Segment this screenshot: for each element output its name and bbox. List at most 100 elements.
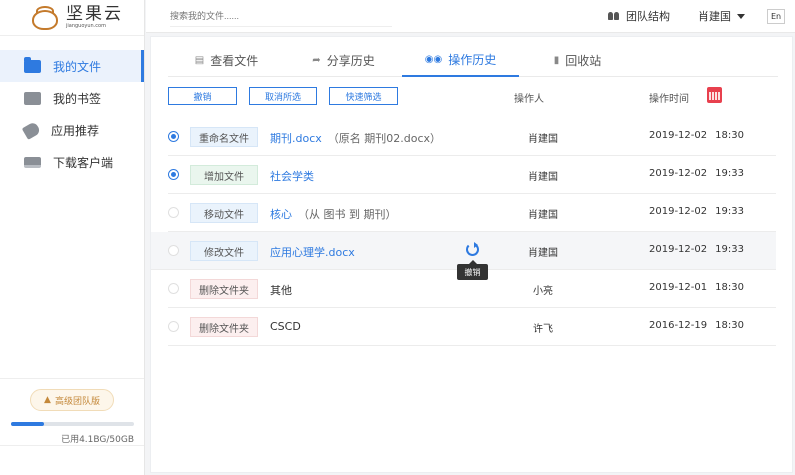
quick-filter-button[interactable]: 快速筛选 (329, 87, 398, 105)
chevron-down-icon (737, 13, 745, 19)
brand-name: 坚果云 (66, 4, 123, 24)
list-item[interactable]: 重命名文件 期刊.docx （原名 期刊02.docx） 肖建国 2019-12-… (168, 118, 776, 156)
action-toolbar: 撤销 取消所选 快速筛选 (168, 87, 410, 105)
sidebar-item-label: 我的书签 (53, 91, 102, 106)
sidebar-nav: 我的文件 我的书签 应用推荐 下载客户端 (0, 50, 144, 178)
operation-hour: 18:30 (715, 320, 744, 331)
quota-bar-fill (10, 422, 44, 426)
sidebar-item-my-files[interactable]: 我的文件 (0, 50, 144, 82)
search-input[interactable] (170, 5, 392, 27)
share-icon: ➦ (312, 54, 321, 66)
sidebar-item-label: 我的文件 (53, 59, 102, 74)
file-name[interactable]: 期刊.docx (270, 132, 322, 145)
operator-name: 肖建国 (528, 210, 558, 221)
file-name: CSCD (270, 320, 301, 333)
row-radio[interactable] (168, 131, 179, 142)
file-name-link[interactable]: 期刊.docx （原名 期刊02.docx） (270, 130, 441, 146)
row-radio[interactable] (168, 283, 179, 294)
operator-name: 肖建国 (528, 172, 558, 183)
operator-name: 小亮 (533, 286, 553, 297)
top-bar: 团队结构 肖建国 En (146, 0, 795, 33)
list-item[interactable]: 修改文件 应用心理学.docx 撤销 肖建国 2019-12-02 19:33 (151, 232, 776, 280)
operation-time: 2019-12-02 19:33 (649, 168, 744, 179)
bookmark-icon (24, 91, 41, 105)
team-structure-label: 团队结构 (626, 10, 670, 23)
operation-hour: 18:30 (715, 282, 744, 293)
sidebar-item-label: 下载客户端 (53, 155, 114, 170)
sidebar-footer (0, 445, 144, 475)
list-item[interactable]: 移动文件 核心 （从 图书 到 期刊） 肖建国 2019-12-02 19:33 (168, 194, 776, 232)
team-plan-label: 高级团队版 (54, 396, 100, 407)
tab-bar: ▤ 查看文件 ➦ 分享历史 ◉◉ 操作历史 ▮ 回收站 (168, 43, 778, 77)
tab-operation-history[interactable]: ◉◉ 操作历史 (402, 43, 519, 77)
row-radio[interactable] (168, 321, 179, 332)
operator-name: 肖建国 (528, 134, 558, 145)
file-name[interactable]: 社会学类 (270, 170, 314, 183)
user-menu[interactable]: 肖建国 (698, 8, 745, 24)
sidebar: 坚果云 jianguoyun.com 我的文件 我的书签 应用推荐 下载客户端 … (0, 0, 145, 475)
deselect-button[interactable]: 取消所选 (249, 87, 317, 105)
sidebar-item-apps[interactable]: 应用推荐 (0, 114, 144, 146)
operation-time: 2019-12-02 18:30 (649, 130, 744, 141)
sidebar-item-bookmarks[interactable]: 我的书签 (0, 82, 144, 114)
main-panel: ▤ 查看文件 ➦ 分享历史 ◉◉ 操作历史 ▮ 回收站 撤销 取消所选 快速筛选… (150, 36, 793, 473)
operation-time: 2016-12-19 18:30 (649, 320, 744, 331)
operation-hour: 18:30 (715, 130, 744, 141)
folder-icon (24, 56, 41, 73)
operation-date: 2019-12-02 (649, 244, 708, 255)
operation-type-badge: 删除文件夹 (190, 279, 258, 299)
tab-label: 查看文件 (210, 53, 259, 68)
undo-button[interactable]: 撤销 (168, 87, 237, 105)
operation-date: 2016-12-19 (649, 320, 708, 331)
tab-view-files[interactable]: ▤ 查看文件 (168, 43, 285, 77)
operation-date: 2019-12-02 (649, 130, 708, 141)
quota-bar (10, 422, 134, 426)
column-header-time: 操作时间 (649, 94, 689, 105)
team-icon (608, 11, 620, 21)
team-plan-badge[interactable]: ▲ 高级团队版 (30, 389, 114, 411)
storage-section: ▲ 高级团队版 已用4.1BG/50GB (0, 378, 144, 445)
file-note: （从 图书 到 期刊） (298, 208, 397, 221)
computer-icon (24, 156, 41, 168)
row-radio[interactable] (168, 245, 179, 256)
operation-type-badge: 重命名文件 (190, 127, 258, 147)
file-name: 其他 (270, 284, 292, 297)
tag-icon (21, 120, 42, 140)
operator-name: 许飞 (533, 324, 553, 335)
operation-hour: 19:33 (715, 244, 744, 255)
undo-icon[interactable] (466, 242, 479, 256)
row-radio[interactable] (168, 207, 179, 218)
quota-text: 已用4.1BG/50GB (61, 435, 134, 445)
logo[interactable]: 坚果云 jianguoyun.com (0, 0, 144, 36)
tab-recycle-bin[interactable]: ▮ 回收站 (519, 43, 636, 77)
list-item[interactable]: 删除文件夹 CSCD 许飞 2016-12-19 18:30 (168, 308, 776, 346)
team-structure-link[interactable]: 团队结构 (608, 8, 670, 24)
operation-date: 2019-12-01 (649, 282, 708, 293)
tab-share-history[interactable]: ➦ 分享历史 (285, 43, 402, 77)
operation-date: 2019-12-02 (649, 168, 708, 179)
operator-name: 肖建国 (528, 248, 558, 259)
operation-type-badge: 移动文件 (190, 203, 258, 223)
brand-domain: jianguoyun.com (66, 23, 106, 29)
history-icon: ◉◉ (424, 53, 443, 65)
tab-label: 回收站 (565, 53, 602, 68)
list-item[interactable]: 增加文件 社会学类 肖建国 2019-12-02 19:33 (168, 156, 776, 194)
column-header-operator: 操作人 (514, 94, 544, 105)
calendar-icon[interactable] (707, 87, 722, 103)
operation-type-badge: 删除文件夹 (190, 317, 258, 337)
file-icon: ▤ (194, 54, 205, 66)
file-name[interactable]: 应用心理学.docx (270, 246, 355, 259)
operation-hour: 19:33 (715, 206, 744, 217)
operation-type-badge: 增加文件 (190, 165, 258, 185)
tab-label: 操作历史 (448, 52, 497, 67)
sidebar-item-download-client[interactable]: 下载客户端 (0, 146, 144, 178)
file-name-link[interactable]: 应用心理学.docx (270, 244, 355, 260)
file-name-link[interactable]: 核心 （从 图书 到 期刊） (270, 206, 397, 222)
operation-hour: 19:33 (715, 168, 744, 179)
file-name[interactable]: 核心 (270, 208, 292, 221)
language-toggle[interactable]: En (767, 8, 785, 24)
row-radio[interactable] (168, 169, 179, 180)
file-name-link[interactable]: 社会学类 (270, 168, 314, 184)
file-note: （原名 期刊02.docx） (327, 132, 442, 145)
trash-icon: ▮ (553, 54, 560, 66)
